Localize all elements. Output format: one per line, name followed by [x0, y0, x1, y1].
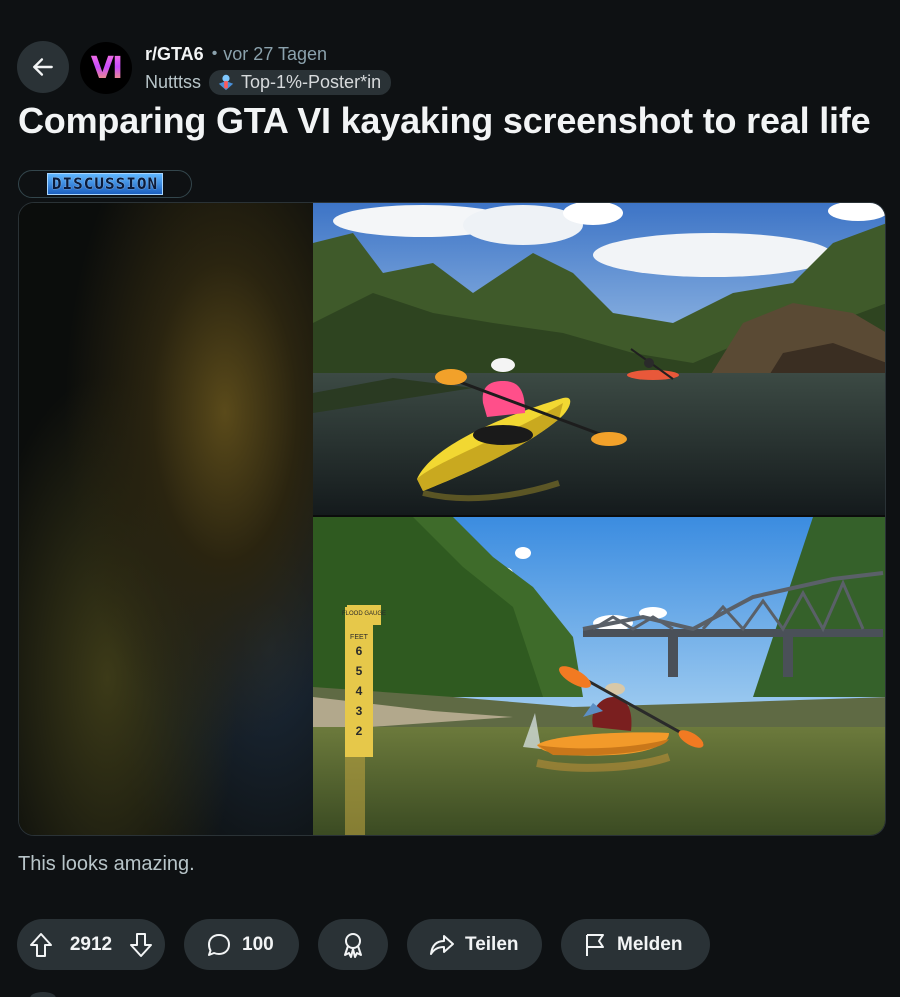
gauge-number-5: 5 — [356, 664, 363, 678]
post-title[interactable]: Comparing GTA VI kayaking screenshot to … — [18, 100, 871, 142]
subreddit-avatar[interactable]: VI — [80, 42, 132, 94]
gta-vi-kayak-screenshot: FLOOD GAUGE FEET 6 5 4 3 2 — [313, 517, 885, 835]
next-item-avatar-stub — [30, 992, 56, 997]
gauge-number-4: 4 — [356, 684, 363, 698]
comments-button[interactable]: 100 — [184, 919, 299, 970]
real-life-kayak-photo — [313, 203, 885, 515]
user-flair-label: Top-1%-Poster*in — [241, 71, 382, 92]
share-label: Teilen — [465, 933, 519, 955]
gauge-number-6: 6 — [356, 644, 363, 658]
report-label: Melden — [617, 933, 683, 955]
subreddit-name[interactable]: r/GTA6 — [145, 44, 204, 65]
flag-icon — [583, 932, 607, 958]
gauge-number-2: 2 — [356, 724, 363, 738]
upvote-icon[interactable] — [29, 932, 53, 958]
subreddit-logo: VI — [90, 50, 123, 86]
share-button[interactable]: Teilen — [407, 919, 542, 970]
arrow-left-icon — [33, 58, 53, 76]
gauge-label: FLOOD GAUGE — [342, 611, 386, 617]
comment-icon — [206, 932, 232, 958]
post-flair-label: DISCUSSION — [46, 173, 164, 195]
author-name[interactable]: Nutttss — [145, 72, 201, 93]
post-time: vor 27 Tagen — [223, 43, 328, 64]
gauge-unit: FEET — [350, 634, 369, 641]
user-flair: Top-1%-Poster*in — [209, 69, 392, 95]
comment-count: 100 — [242, 933, 274, 955]
share-icon — [429, 933, 455, 957]
post-flair[interactable]: DISCUSSION — [18, 170, 192, 198]
award-button[interactable] — [318, 919, 388, 970]
post-meta: r/GTA6 • vor 27 Tagen Nutttss Top-1%-Pos… — [145, 42, 392, 95]
report-button[interactable]: Melden — [561, 919, 710, 970]
award-icon — [340, 931, 366, 959]
post-media[interactable]: FLOOD GAUGE FEET 6 5 4 3 2 — [18, 202, 886, 836]
gauge-number-3: 3 — [356, 704, 363, 718]
media-blur-background — [19, 203, 313, 835]
downvote-icon[interactable] — [129, 932, 153, 958]
post-body: This looks amazing. — [18, 853, 195, 875]
action-bar: 2912 100 Teilen Melden — [17, 919, 710, 970]
vote-control: 2912 — [17, 919, 165, 970]
top-poster-icon — [218, 74, 234, 91]
meta-separator: • — [211, 45, 218, 62]
back-button[interactable] — [17, 41, 69, 93]
vote-count: 2912 — [69, 933, 113, 955]
